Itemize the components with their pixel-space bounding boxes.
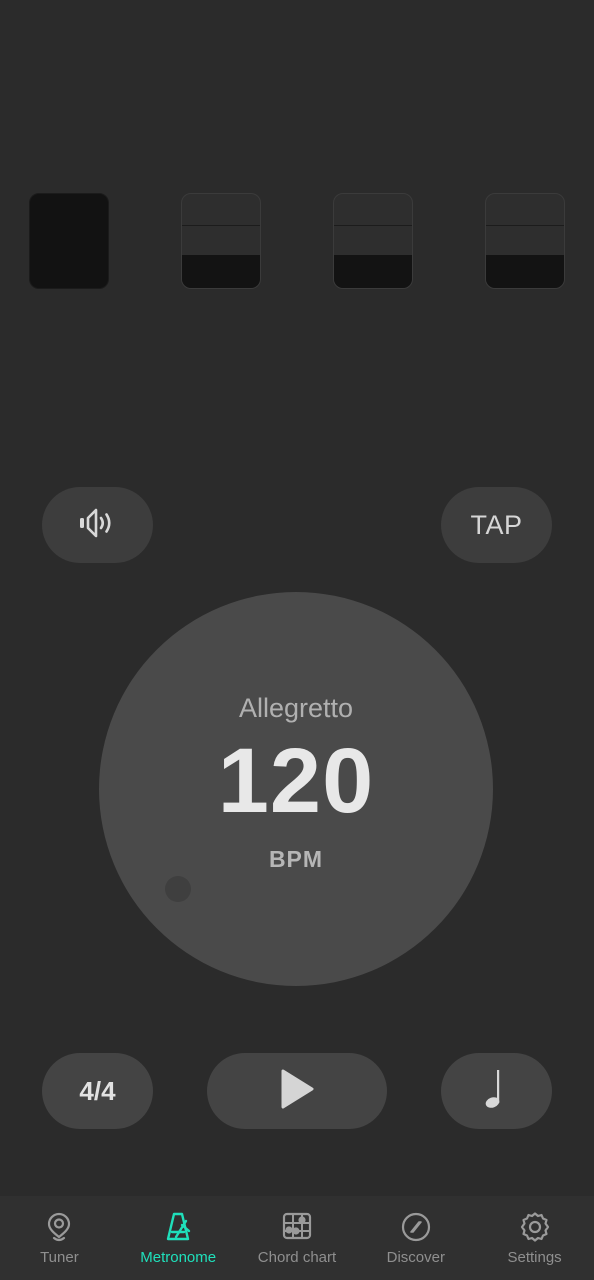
beat-indicator-1[interactable] xyxy=(29,193,109,289)
time-signature-label: 4/4 xyxy=(79,1075,116,1106)
beat-fill xyxy=(182,255,260,288)
nav-item-tuner[interactable]: Tuner xyxy=(0,1196,119,1280)
nav-item-chord-chart[interactable]: Chord chart xyxy=(238,1196,357,1280)
metronome-icon xyxy=(163,1211,193,1243)
tap-tempo-button[interactable]: TAP xyxy=(441,487,552,563)
metronome-screen: TAP Allegretto 120 BPM 4/4 Tuner Metrono… xyxy=(0,0,594,1280)
bpm-value: 120 xyxy=(217,730,375,833)
compass-icon xyxy=(400,1211,432,1243)
note-value-button[interactable] xyxy=(441,1053,552,1129)
beat-fill xyxy=(486,255,564,288)
control-row: 4/4 xyxy=(0,1053,594,1129)
nav-item-metronome[interactable]: Metronome xyxy=(119,1196,238,1280)
bottom-navigation: Tuner Metronome Chord chart Discover Set… xyxy=(0,1196,594,1280)
tuning-fork-icon xyxy=(44,1211,74,1243)
nav-item-settings[interactable]: Settings xyxy=(475,1196,594,1280)
beat-indicator-4[interactable] xyxy=(485,193,565,289)
nav-label-tuner: Tuner xyxy=(40,1249,79,1266)
nav-label-chord-chart: Chord chart xyxy=(257,1249,337,1266)
gear-icon xyxy=(519,1211,551,1243)
beat-indicator-row xyxy=(0,193,594,289)
volume-button[interactable] xyxy=(42,487,153,563)
quarter-note-icon xyxy=(484,1066,510,1117)
bpm-unit-label: BPM xyxy=(268,845,324,872)
dial-readout: Allegretto 120 BPM xyxy=(99,592,493,986)
beat-divider xyxy=(182,225,260,226)
tap-label: TAP xyxy=(470,509,523,540)
beat-fill xyxy=(334,255,412,288)
nav-label-discover: Discover xyxy=(386,1249,445,1266)
play-button[interactable] xyxy=(207,1053,387,1129)
speaker-icon xyxy=(78,506,118,545)
nav-label-settings: Settings xyxy=(507,1249,562,1266)
chord-chart-icon xyxy=(281,1211,313,1243)
nav-item-discover[interactable]: Discover xyxy=(356,1196,475,1280)
beat-indicator-2[interactable] xyxy=(181,193,261,289)
bpm-dial[interactable]: Allegretto 120 BPM xyxy=(99,592,493,986)
beat-divider xyxy=(334,225,412,226)
play-icon xyxy=(278,1068,316,1115)
nav-label-metronome: Metronome xyxy=(140,1249,217,1266)
beat-divider xyxy=(486,225,564,226)
tempo-name: Allegretto xyxy=(238,693,354,724)
time-signature-button[interactable]: 4/4 xyxy=(42,1053,153,1129)
beat-indicator-3[interactable] xyxy=(333,193,413,289)
